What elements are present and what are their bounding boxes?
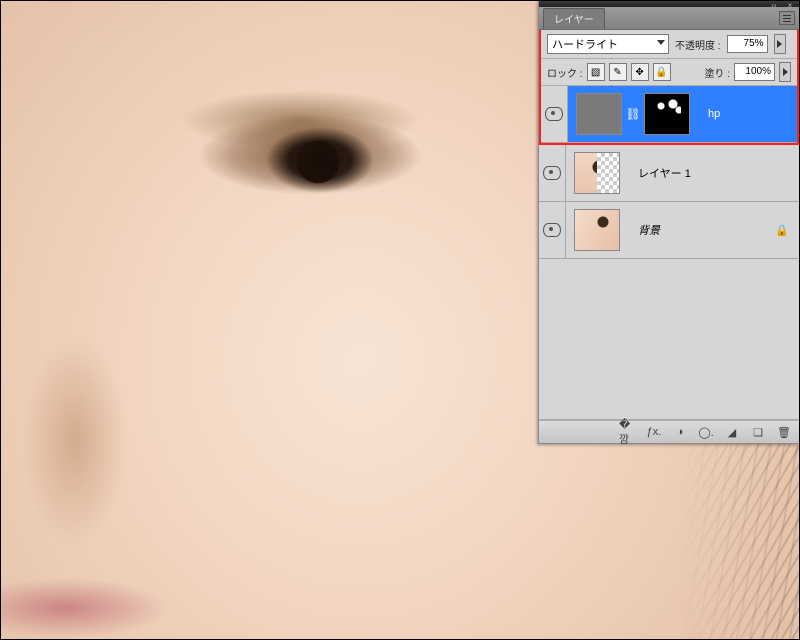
lock-pixels-icon[interactable]: ✎ <box>609 63 627 81</box>
fx-icon[interactable]: ƒx. <box>645 424 663 440</box>
panel-menu-icon[interactable] <box>779 11 795 25</box>
fill-label: 塗り : <box>704 65 730 80</box>
layer-thumbnail[interactable] <box>576 93 622 135</box>
eye-icon <box>545 107 563 121</box>
lock-label: ロック : <box>547 65 583 80</box>
layer-thumbnail[interactable] <box>574 209 620 251</box>
panel-empty-area <box>539 259 799 420</box>
layer-row[interactable]: 背景 🔒 <box>539 202 799 259</box>
lock-transparent-icon[interactable]: ▧ <box>587 63 605 81</box>
layer-row[interactable]: レイヤー 1 <box>539 145 799 202</box>
mask-thumbnail[interactable] <box>644 93 690 135</box>
panel-footer: �깜 ƒx. ◑ ◯. ◢ ❏ 🗑 <box>539 420 799 443</box>
blend-mode-select[interactable]: ハードライト <box>547 34 669 54</box>
visibility-toggle[interactable] <box>539 202 566 258</box>
lock-position-icon[interactable]: ✥ <box>631 63 649 81</box>
eye-icon <box>543 223 561 237</box>
link-layers-icon[interactable]: �깜 <box>619 424 637 440</box>
layer-name[interactable]: 背景 <box>638 222 660 238</box>
layer-thumbnail[interactable] <box>574 152 620 194</box>
fill-slider-toggle[interactable] <box>779 62 791 82</box>
adjustment-layer-icon[interactable]: ◯. <box>697 424 715 440</box>
eye-icon <box>543 166 561 180</box>
mask-link-icon[interactable]: ⛓ <box>628 107 638 121</box>
lock-icon: 🔒 <box>775 224 789 237</box>
panel-tabs: レイヤー <box>539 7 799 30</box>
lock-all-icon[interactable]: 🔒 <box>653 63 671 81</box>
tutorial-highlight: ハードライト 不透明度 : 75% ロック : ▧ ✎ ✥ 🔒 塗り : 100… <box>539 30 799 145</box>
new-group-icon[interactable]: ◢ <box>723 424 741 440</box>
layer-row[interactable]: ⛓ hp <box>541 86 797 143</box>
opacity-slider-toggle[interactable] <box>774 34 786 54</box>
layer-list: ⛓ hp <box>541 86 797 143</box>
visibility-toggle[interactable] <box>539 145 566 201</box>
trash-icon[interactable]: 🗑 <box>775 424 793 440</box>
layer-name[interactable]: hp <box>708 108 720 120</box>
tab-layers[interactable]: レイヤー <box>543 8 605 29</box>
new-layer-icon[interactable]: ❏ <box>749 424 767 440</box>
fill-input[interactable]: 100% <box>734 63 775 81</box>
opacity-input[interactable]: 75% <box>727 35 768 53</box>
visibility-toggle[interactable] <box>541 86 568 142</box>
chevron-down-icon <box>657 40 665 45</box>
layers-panel: ‹‹ × レイヤー ハードライト 不透明度 : 75% ロック : ▧ ✎ ✥ <box>538 1 799 444</box>
opacity-label: 不透明度 : <box>675 37 721 52</box>
add-mask-icon[interactable]: ◑ <box>671 424 689 440</box>
layer-name[interactable]: レイヤー 1 <box>638 165 691 181</box>
layer-list: レイヤー 1 背景 🔒 <box>539 145 799 259</box>
blend-mode-value: ハードライト <box>552 36 618 52</box>
